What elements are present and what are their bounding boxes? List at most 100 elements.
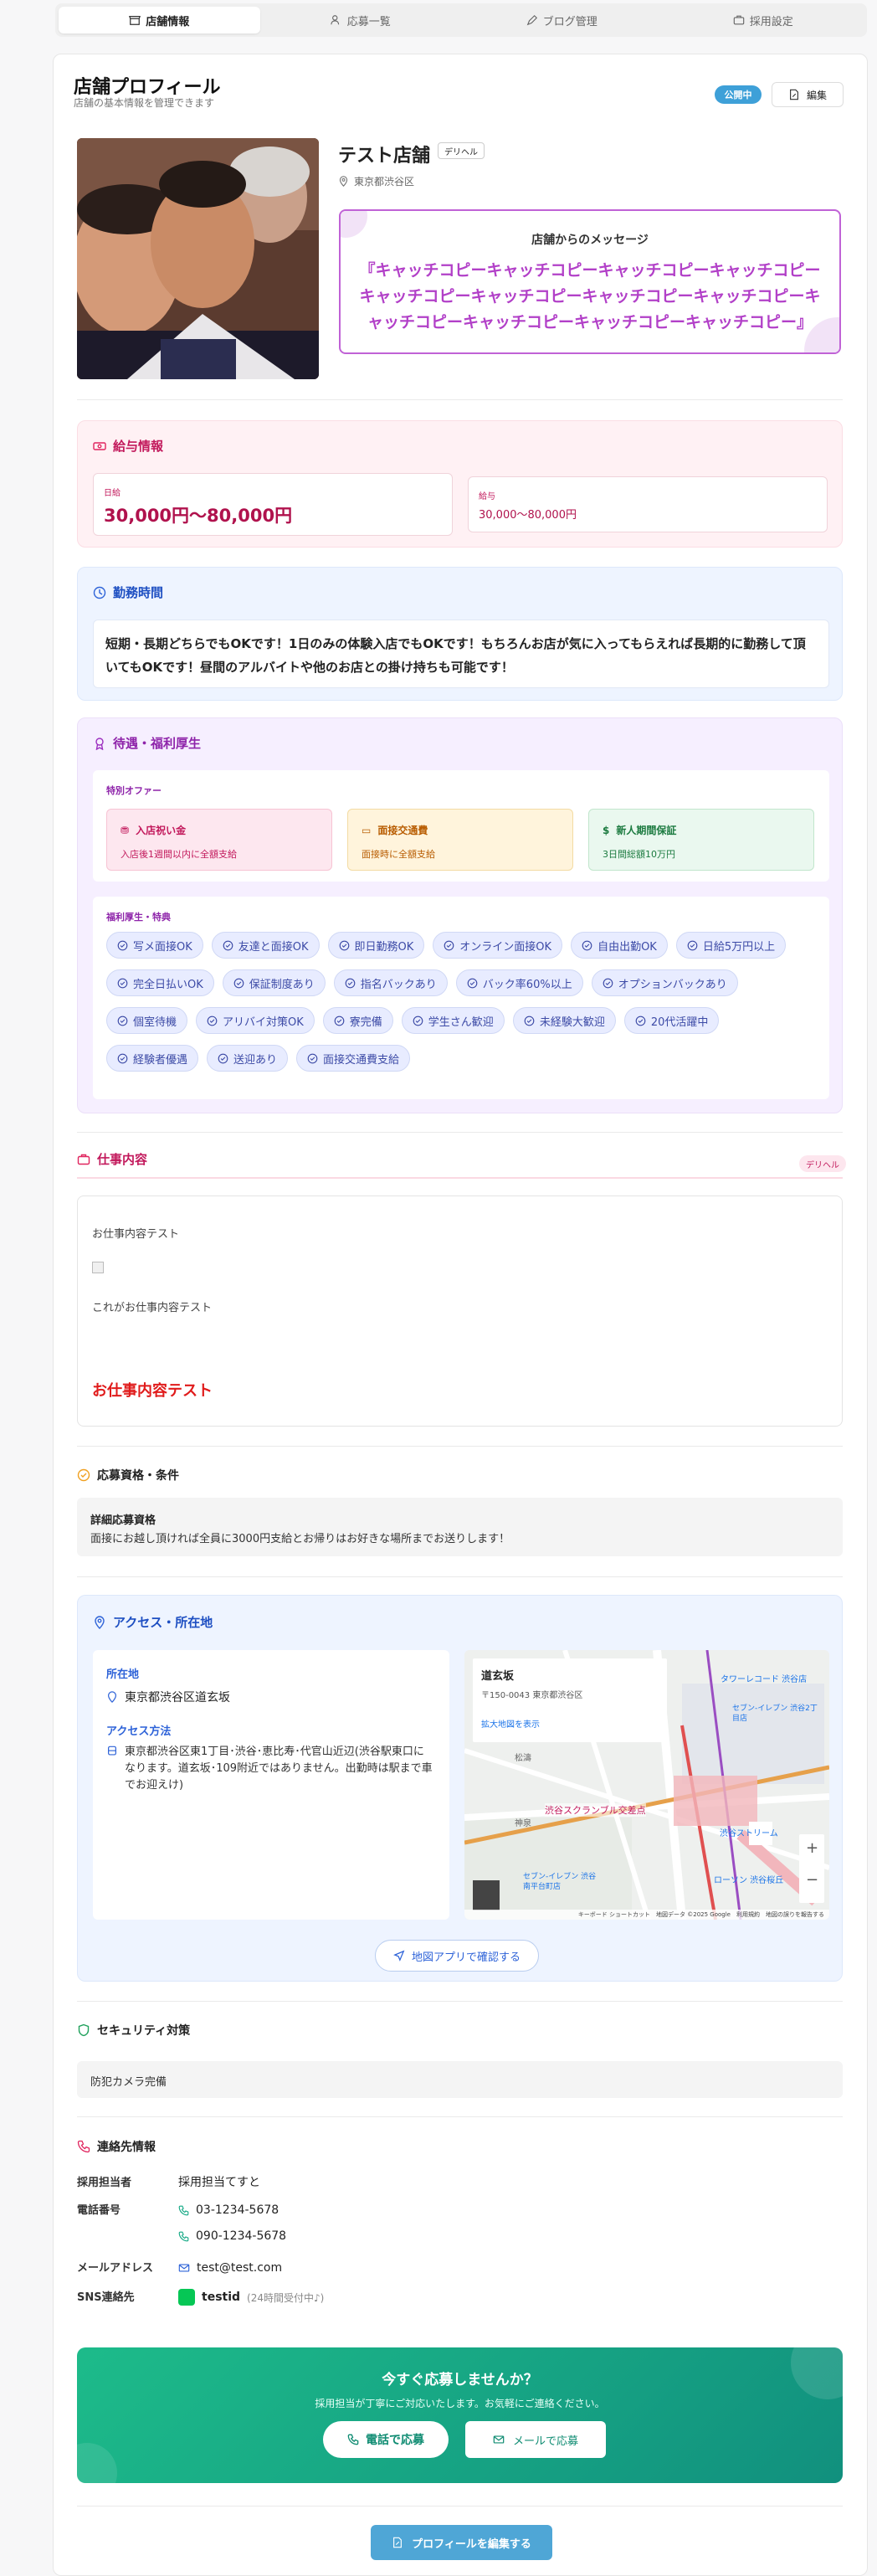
- tab-applications[interactable]: 応募一覧: [260, 7, 462, 33]
- address-row: 東京都渋谷区道玄坂: [106, 1689, 230, 1705]
- map-app-button[interactable]: 地図アプリで確認する: [375, 1940, 539, 1972]
- status-badge: 公開中: [715, 85, 762, 104]
- offer-desc: 入店後1週間以内に全額支給: [121, 849, 237, 860]
- sns-note: (24時間受付中♪): [247, 2291, 325, 2304]
- map-postal: 〒150-0043 東京都渋谷区: [481, 1691, 583, 1700]
- sns-link[interactable]: testid (24時間受付中♪): [178, 2289, 324, 2306]
- check-circle-icon: [117, 1015, 128, 1026]
- phone-link-2[interactable]: 090-1234-5678: [178, 2229, 286, 2243]
- welfare-chip: 未経験大歓迎: [512, 1007, 616, 1034]
- person-value: 採用担当てすと: [178, 2176, 260, 2189]
- mail-apply-label: メールで応募: [512, 2435, 578, 2448]
- map-pin-icon: [95, 1615, 105, 1629]
- divider: [77, 1576, 843, 1577]
- welfare-chip-label: 写メ面接OK: [133, 940, 192, 954]
- welfare-chip: 指名バックあり: [333, 969, 448, 996]
- shop-photo: [77, 138, 319, 379]
- phone-apply-label: 電話で応募: [366, 2434, 424, 2447]
- method-row: 東京都渋谷区東1丁目･渋谷･恵比寿･代官山近辺(渋谷駅東口になります。道玄坂･1…: [106, 1744, 433, 1794]
- check-circle-icon: [603, 978, 613, 988]
- welfare-chip: 経験者優遇: [106, 1045, 199, 1072]
- welfare-chip: 20代活躍中: [623, 1007, 720, 1034]
- access-title: アクセス・所在地: [93, 1613, 213, 1631]
- check-circle-icon: [117, 1053, 128, 1063]
- mail-apply-button[interactable]: メールで応募: [465, 2421, 606, 2458]
- check-circle-icon: [223, 940, 233, 950]
- welfare-chip-label: 友達と面接OK: [238, 940, 309, 954]
- welfare-chip-label: 日給5万円以上: [702, 940, 776, 954]
- access-title-text: アクセス・所在地: [113, 1615, 213, 1630]
- edit-profile-button[interactable]: プロフィールを編集する: [371, 2525, 552, 2560]
- welfare-chip-label: 20代活躍中: [650, 1015, 709, 1029]
- mail-icon: [493, 2435, 505, 2444]
- hours-title-text: 勤務時間: [113, 585, 164, 600]
- welfare-chip: 寮完備: [322, 1007, 393, 1034]
- file-edit-icon: [393, 2537, 403, 2548]
- navigation-icon: [393, 1950, 405, 1962]
- welfare-chip-label: 未経験大歓迎: [539, 1015, 605, 1029]
- job-highlight: お仕事内容テスト: [92, 1382, 213, 1400]
- welfare-chip-label: 個室待機: [133, 1015, 177, 1029]
- phone-apply-button[interactable]: 電話で応募: [323, 2421, 449, 2458]
- map-label: 渋谷ストリーム: [720, 1829, 778, 1838]
- tab-blog[interactable]: ブログ管理: [461, 7, 663, 33]
- decor-circle: [77, 2443, 117, 2483]
- check-circle-icon: [77, 1468, 90, 1482]
- welfare-chip-label: 保証制度あり: [249, 978, 315, 991]
- edit-button[interactable]: 編集: [772, 82, 844, 107]
- phone-link-1[interactable]: 03-1234-5678: [178, 2203, 279, 2217]
- location-text: 東京都渋谷区: [354, 176, 415, 188]
- zoom-out-button[interactable]: −: [806, 1871, 818, 1889]
- zoom-in-button[interactable]: +: [806, 1839, 818, 1857]
- welfare-chip-list: 写メ面接OK 友達と面接OK 即日勤務OK オンライン面接OK 自由出勤OK 日給5万円以…: [106, 932, 809, 1072]
- check-circle-icon: [307, 1053, 318, 1063]
- tab-label: 採用設定: [749, 15, 793, 28]
- map-label: 神泉: [515, 1819, 531, 1828]
- welfare-chip: 送迎あり: [207, 1045, 289, 1072]
- address-panel: 所在地 東京都渋谷区道玄坂 アクセス方法 東京都渋谷区東1丁目･渋谷･恵比寿･代…: [93, 1650, 449, 1920]
- tab-label: ブログ管理: [542, 15, 597, 28]
- hours-section: 勤務時間 短期・長期どちらでもOKです！1日のみの体験入店でもOKです！もちろん…: [77, 567, 843, 701]
- requirements-label: 詳細応募資格: [90, 1514, 156, 1527]
- map-enlarge-link[interactable]: 拡大地図を表示: [481, 1717, 540, 1730]
- map-label: セブン-イレブン 渋谷南平台町店: [523, 1873, 597, 1891]
- benefits-title: 待遇・福利厚生: [93, 734, 201, 752]
- security-title: セキュリティ対策: [77, 2022, 190, 2039]
- contact-title-text: 連絡先情報: [97, 2141, 156, 2154]
- tab-label: 応募一覧: [346, 15, 391, 28]
- mail-value: test@test.com: [197, 2261, 283, 2275]
- special-title: 特別オファー: [106, 785, 162, 796]
- check-circle-icon: [524, 1015, 535, 1026]
- contact-title: 連絡先情報: [77, 2138, 156, 2155]
- map-label: 渋谷スクランブル交差点: [545, 1803, 646, 1817]
- check-circle-icon: [218, 1053, 228, 1063]
- method-label: アクセス方法: [106, 1725, 172, 1738]
- award-icon: [95, 737, 104, 750]
- daily-salary-box: 日給 30,000円〜80,000円: [93, 473, 453, 536]
- salary-title: 給与情報: [93, 437, 163, 455]
- welfare-chip: 即日勤務OK: [327, 932, 425, 959]
- tab-recruit-settings[interactable]: 採用設定: [663, 7, 864, 33]
- line-icon: [178, 2289, 195, 2306]
- phone-icon: [77, 2140, 90, 2153]
- money-icon: [93, 441, 106, 450]
- offer-card: $ 新人期間保証 3日間総額10万円: [588, 809, 814, 871]
- welfare-chip-label: 学生さん歓迎: [428, 1015, 494, 1029]
- daily-label: 日給: [104, 489, 121, 498]
- job-tag: デリヘル: [799, 1155, 846, 1172]
- map-view[interactable]: 道玄坂 〒150-0043 東京都渋谷区 拡大地図を表示 タワーレコード 渋谷店…: [464, 1650, 829, 1920]
- map-label: ローソン 渋谷桜丘: [714, 1876, 784, 1885]
- welfare-chip-label: 経験者優遇: [133, 1053, 188, 1067]
- cta-title: 今すぐ応募しませんか？: [382, 2372, 538, 2388]
- access-section: アクセス・所在地 所在地 東京都渋谷区道玄坂 アクセス方法 東京都渋谷区東1丁目…: [77, 1595, 843, 1982]
- mail-link[interactable]: test@test.com: [178, 2261, 282, 2275]
- phone-icon: [178, 2205, 189, 2215]
- phone-icon: [178, 2231, 189, 2241]
- welfare-chip: 写メ面接OK: [106, 932, 203, 959]
- edit-label: 編集: [806, 89, 827, 101]
- check-circle-icon: [345, 978, 356, 988]
- tab-store-info[interactable]: 店舗情報: [59, 7, 260, 33]
- requirements-title: 応募資格・条件: [77, 1467, 179, 1483]
- job-line-1: お仕事内容テスト: [92, 1228, 180, 1241]
- shop-message-box: 店舗からのメッセージ 『キャッチコピーキャッチコピーキャッチコピーキャッチコピー…: [339, 209, 841, 354]
